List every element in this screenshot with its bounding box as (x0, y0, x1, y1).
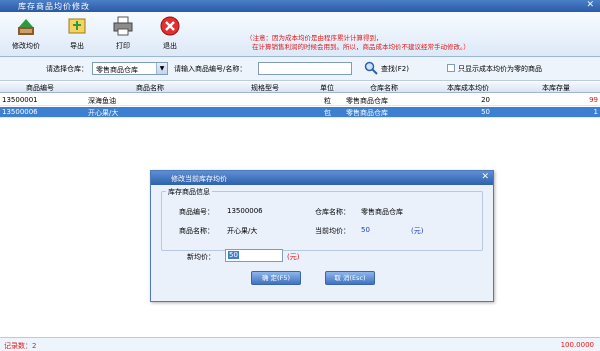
name-value: 开心果/大 (227, 227, 258, 235)
search-label: 请输入商品编号/名称： (174, 65, 247, 73)
cell-unit: 粒 (324, 97, 331, 105)
dialog-title: 修改当前库存均价 (171, 175, 227, 183)
warehouse-label: 请选择仓库： (46, 65, 88, 73)
cell-name: 开心果/大 (88, 109, 119, 117)
cell-cost: 50 (481, 108, 490, 116)
exit-button[interactable]: 退出 (150, 15, 190, 55)
warehouse-select[interactable]: 零售商品仓库 ▼ (92, 62, 168, 75)
col-header-unit[interactable]: 单位 (310, 83, 344, 93)
new-price-unit: (元) (287, 253, 300, 261)
name-label: 商品名称： (179, 227, 214, 235)
col-header-code[interactable]: 商品编号 (0, 83, 80, 93)
window-title: 库存商品均价修改 (18, 2, 90, 11)
col-header-warehouse[interactable]: 仓库名称 (344, 83, 424, 93)
group-title: 库存商品信息 (166, 187, 212, 197)
cell-code: 13500001 (2, 96, 38, 104)
status-bar: 记录数：2 100.0000 (0, 337, 600, 351)
new-price-label: 新均价： (187, 253, 215, 261)
exit-label: 退出 (163, 42, 177, 50)
col-header-qty[interactable]: 本库存量 (512, 83, 600, 93)
table-row[interactable]: 13500001 深海鱼油 粒 零售商品仓库 20 99 (0, 95, 600, 106)
col-header-name[interactable]: 商品名称 (80, 83, 220, 93)
code-label: 商品编号： (179, 208, 214, 216)
cell-warehouse: 零售商品仓库 (346, 109, 388, 117)
warning-note-line1: （注意：因为成本均价是由程序累计计算得到， (246, 34, 383, 42)
window-titlebar: 库存商品均价修改 ✕ (0, 0, 600, 12)
col-header-spec[interactable]: 规格型号 (220, 83, 310, 93)
cell-qty: 1 (593, 108, 598, 116)
new-price-value: 50 (228, 251, 239, 259)
new-price-input[interactable]: 50 (225, 249, 283, 262)
edit-price-dialog: 修改当前库存均价 ✕ 库存商品信息 商品编号： 13500006 仓库名称： 零… (150, 170, 494, 302)
warehouse-value: 零售商品仓库 (361, 208, 403, 216)
warning-note-line2: 在计算销售利润的时候会用到。所以，商品成本均价不建议经常手动修改。） (252, 43, 470, 51)
table-row-selected[interactable]: 13500006 开心果/大 包 零售商品仓库 50 1 (0, 107, 600, 118)
close-icon[interactable]: ✕ (586, 0, 594, 10)
cell-qty: 99 (589, 96, 598, 104)
current-price-label: 当前均价： (315, 227, 350, 235)
edit-price-icon (18, 19, 34, 35)
col-header-cost[interactable]: 本库成本均价 (424, 83, 512, 93)
cell-cost: 20 (481, 96, 490, 104)
current-price-unit: (元) (411, 227, 424, 235)
zero-cost-checkbox[interactable] (447, 64, 455, 72)
zero-cost-checkbox-label: 只显示成本均价为零的商品 (458, 65, 542, 73)
chevron-down-icon[interactable]: ▼ (156, 63, 167, 74)
dialog-titlebar: 修改当前库存均价 ✕ (151, 171, 493, 185)
ok-button[interactable]: 确 定(F5) (251, 271, 301, 285)
edit-price-label: 修改均价 (12, 42, 40, 50)
search-icon (364, 61, 378, 75)
edit-price-button[interactable]: 修改均价 (6, 15, 46, 55)
export-button[interactable]: 导出 (57, 15, 97, 55)
warehouse-select-value: 零售商品仓库 (96, 66, 138, 74)
export-icon (68, 18, 86, 34)
search-button-label: 查找(F2) (381, 65, 409, 73)
print-button[interactable]: 打印 (103, 15, 143, 55)
warehouse-label: 仓库名称： (315, 208, 350, 216)
search-input[interactable] (258, 62, 352, 75)
exit-icon (160, 16, 180, 36)
cancel-button[interactable]: 取 消(Esc) (325, 271, 375, 285)
toolbar: 修改均价 导出 打印 退出 （注意：因为成本均价是由程序累计计算得到， 在计算销… (0, 12, 600, 57)
warning-note: （注意：因为成本均价是由程序累计计算得到， 在计算销售利润的时候会用到。所以，商… (246, 34, 576, 52)
current-price-value: 50 (361, 226, 370, 234)
cell-name: 深海鱼油 (88, 97, 116, 105)
total-value: 100.0000 (560, 341, 594, 349)
table-header: 商品编号 商品名称 规格型号 单位 仓库名称 本库成本均价 本库存量 (0, 82, 600, 93)
dialog-close-icon[interactable]: ✕ (481, 172, 489, 182)
filter-bar: 请选择仓库： 零售商品仓库 ▼ 请输入商品编号/名称： 查找(F2) 只显示成本… (0, 57, 600, 81)
cell-unit: 包 (324, 109, 331, 117)
cell-code: 13500006 (2, 108, 38, 116)
export-label: 导出 (70, 42, 84, 50)
record-count: 记录数：2 (4, 342, 37, 350)
print-label: 打印 (116, 42, 130, 50)
product-info-group: 库存商品信息 (161, 187, 483, 251)
printer-icon (113, 16, 133, 36)
cell-warehouse: 零售商品仓库 (346, 97, 388, 105)
code-value: 13500006 (227, 207, 263, 215)
